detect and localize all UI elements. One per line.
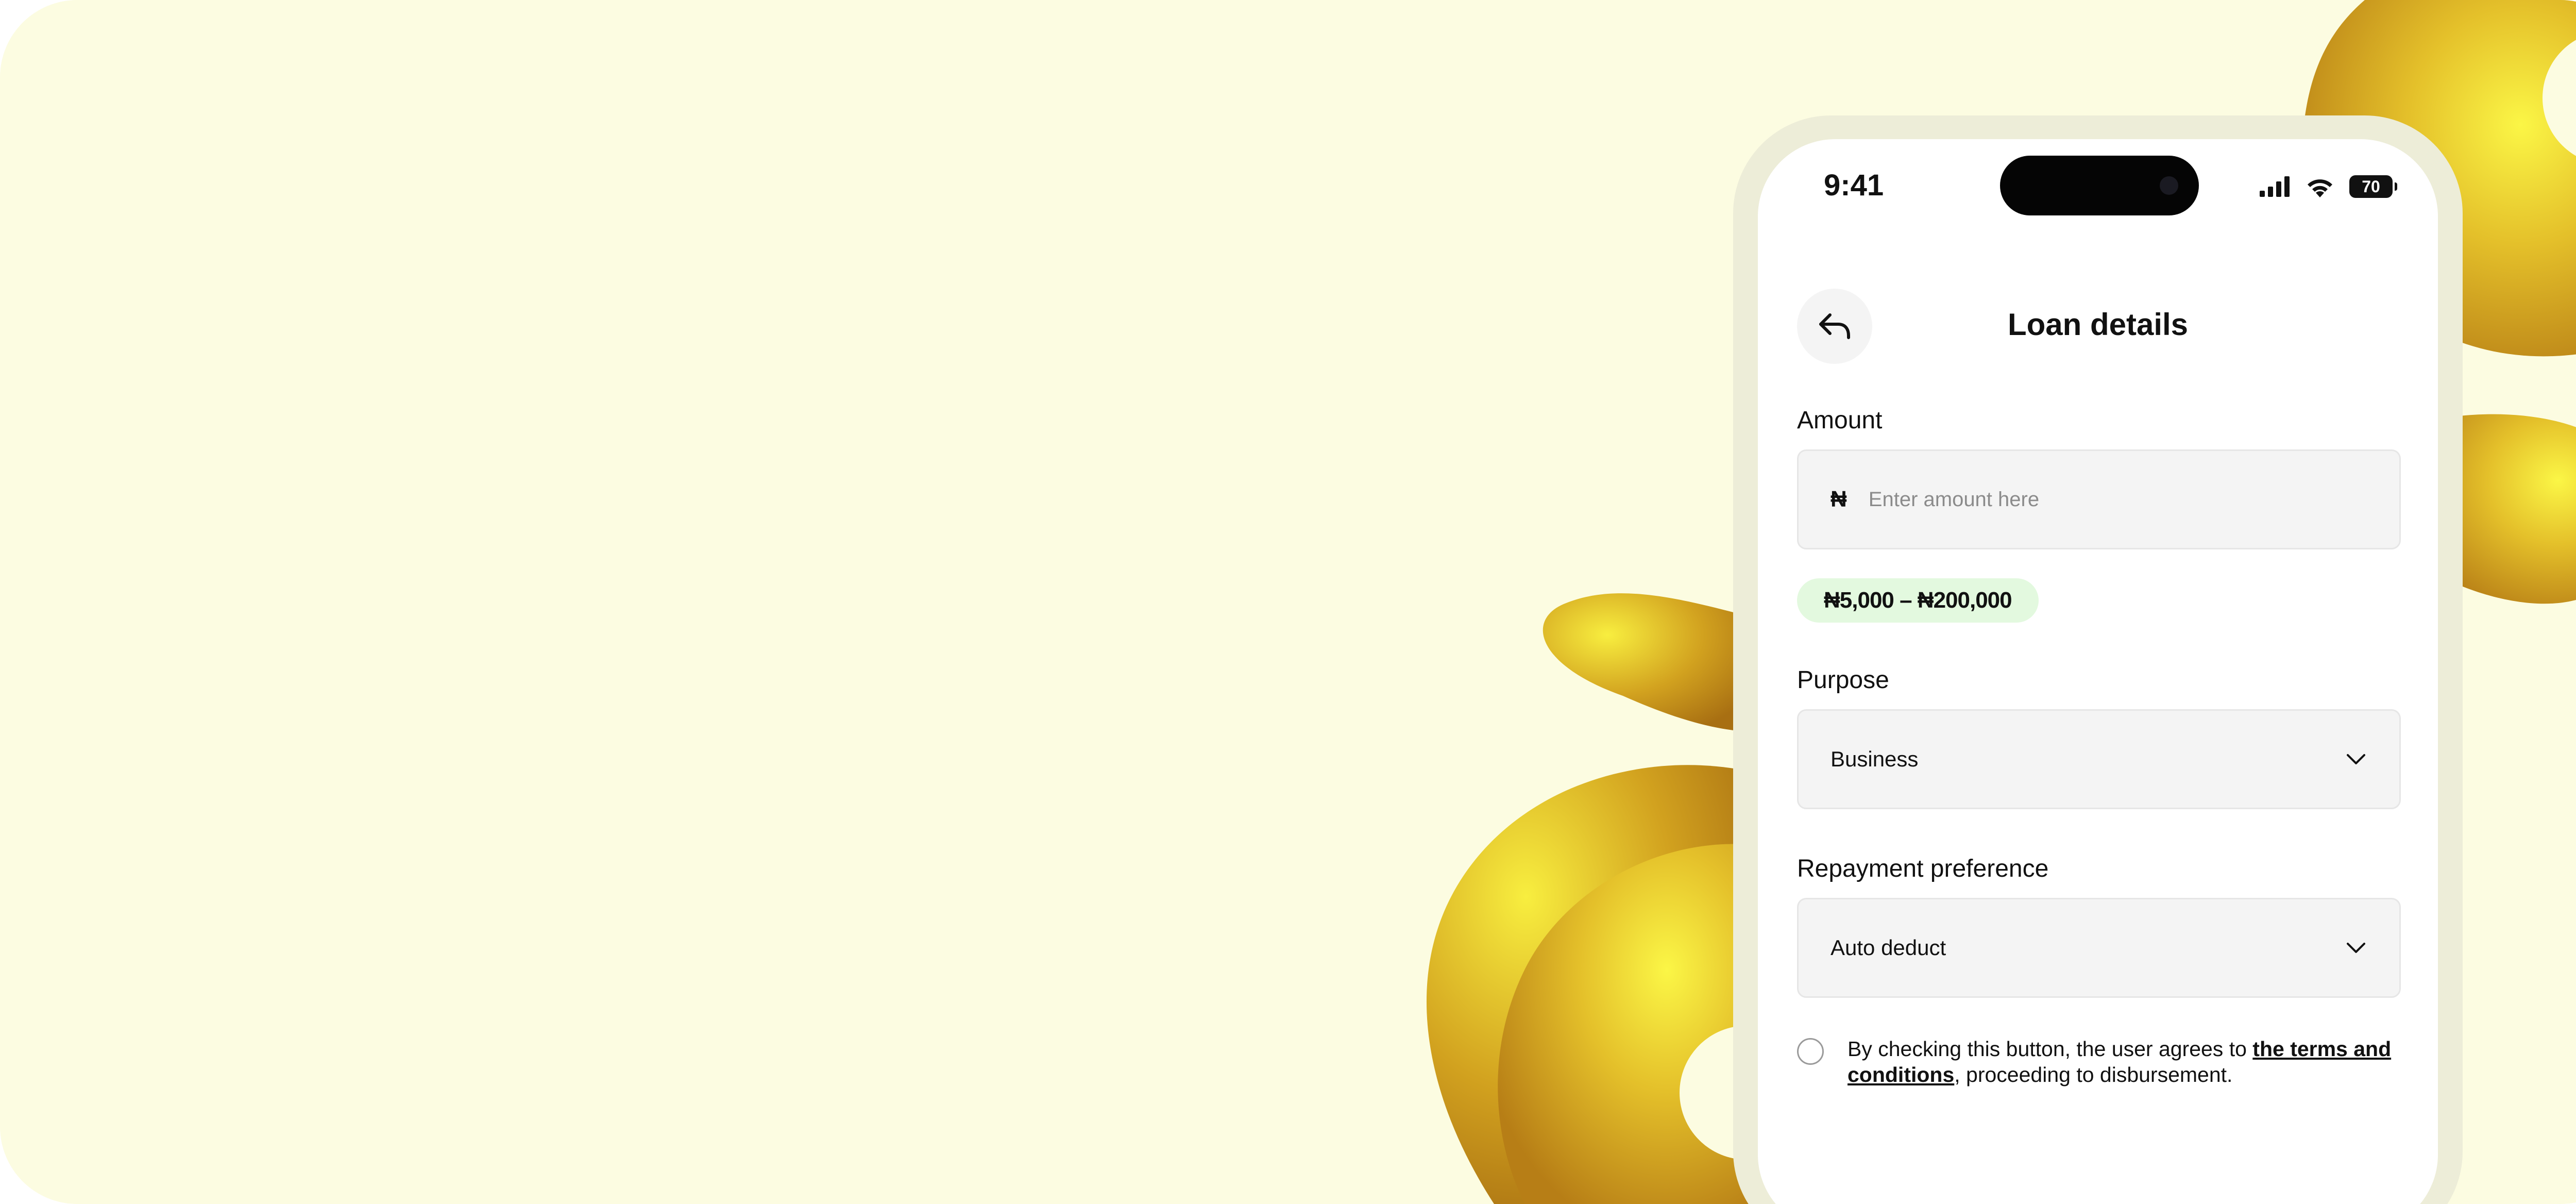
canvas-background: 9:41 70 Loan details Amount ₦ Enter amou… <box>0 0 2576 1204</box>
purpose-selected-value: Business <box>1831 747 1919 771</box>
amount-input[interactable] <box>1867 487 2367 512</box>
currency-symbol: ₦ <box>1831 487 1847 512</box>
battery-icon: 70 <box>2349 175 2397 198</box>
amount-field[interactable]: ₦ <box>1797 449 2401 549</box>
repayment-label: Repayment preference <box>1797 855 2049 882</box>
terms-text-after: , proceeding to disbursement. <box>1954 1063 2233 1086</box>
terms-radio-button[interactable] <box>1797 1038 1824 1065</box>
terms-text: By checking this button, the user agrees… <box>1848 1036 2401 1088</box>
chevron-down-icon <box>2347 754 2365 764</box>
purpose-select[interactable]: Business <box>1797 709 2401 809</box>
wifi-icon <box>2308 179 2332 197</box>
amount-range-badge: ₦5,000 – ₦200,000 <box>1797 578 2039 623</box>
amount-label: Amount <box>1797 407 1883 434</box>
status-icons: 70 <box>2260 175 2397 198</box>
terms-text-before: By checking this button, the user agrees… <box>1848 1037 2253 1061</box>
repayment-select[interactable]: Auto deduct <box>1797 898 2401 998</box>
page-title: Loan details <box>2007 307 2189 342</box>
signal-icon <box>2260 176 2290 197</box>
dynamic-island <box>2000 156 2199 215</box>
purpose-label: Purpose <box>1797 666 1889 694</box>
terms-agreement: By checking this button, the user agrees… <box>1797 1036 2401 1088</box>
status-time: 9:41 <box>1824 169 1884 202</box>
chevron-down-icon <box>2347 943 2365 953</box>
repayment-selected-value: Auto deduct <box>1831 935 1946 960</box>
camera-dot <box>2160 176 2178 195</box>
phone-screen: 9:41 70 Loan details Amount ₦ Enter amou… <box>1758 139 2438 1204</box>
